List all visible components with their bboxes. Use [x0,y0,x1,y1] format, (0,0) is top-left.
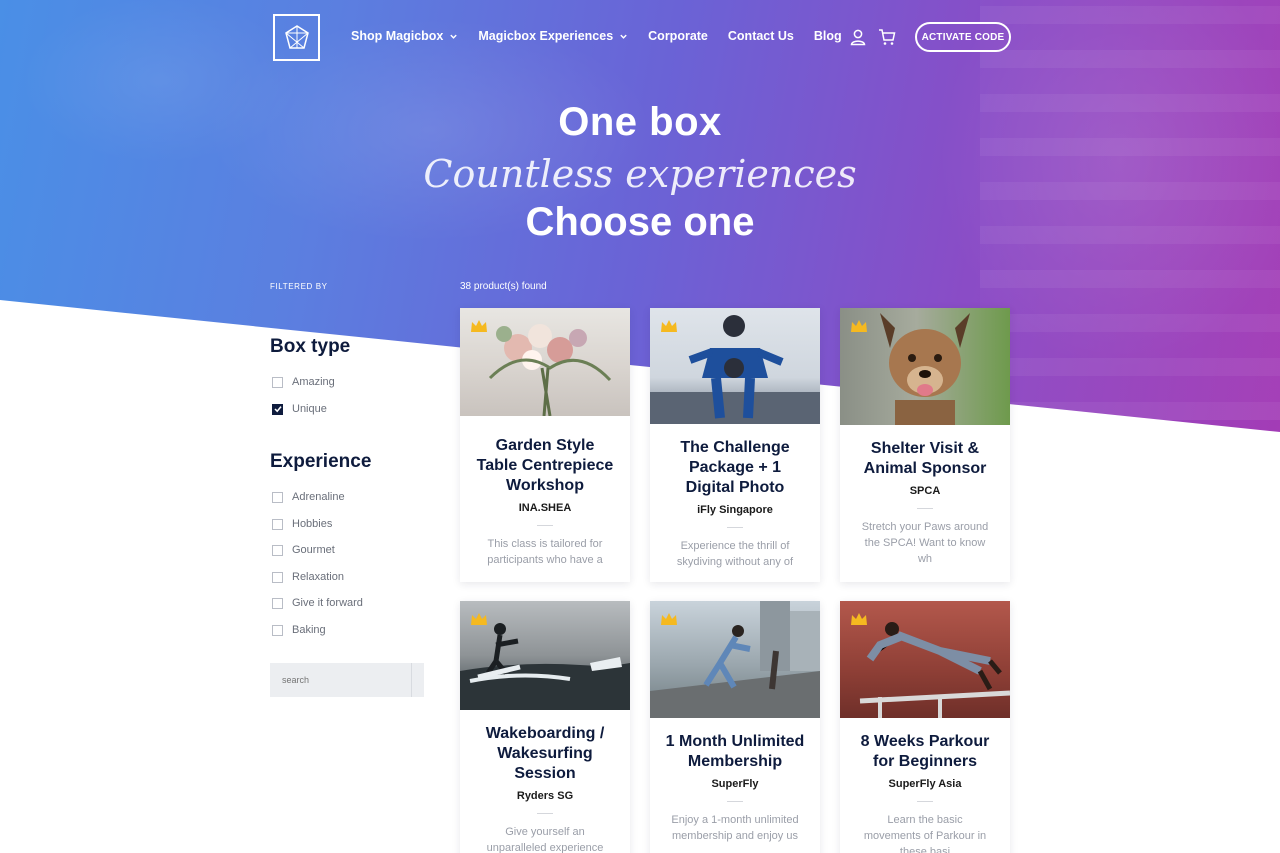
search-button[interactable] [411,663,424,697]
checkbox[interactable] [272,624,283,636]
main-menu: Shop Magicbox Magicbox Experiences Corpo… [351,29,862,43]
crown-badge-icon [471,613,487,625]
hero-heading-line-2: Countless experiences [423,152,857,196]
product-image [650,308,820,424]
box-type-heading: Box type [270,336,351,357]
filtered-by-label: FILTERED BY [270,282,328,291]
nav-contact-us[interactable]: Contact Us [728,29,794,43]
product-description: This class is tailored for participants … [487,538,603,566]
product-card[interactable]: Shelter Visit & Animal Sponsor SPCA Stre… [840,308,1010,582]
user-icon[interactable] [849,28,867,46]
filter-relaxation[interactable]: Relaxation [272,571,344,583]
nav-item-label: Shop Magicbox [351,29,444,43]
product-title: 8 Weeks Parkour for Beginners [860,733,990,770]
filter-option-label: Baking [292,624,326,636]
nav-magicbox-experiences[interactable]: Magicbox Experiences [478,29,628,43]
divider [917,801,933,802]
product-title: Shelter Visit & Animal Sponsor [863,440,987,477]
nav-shop-magicbox[interactable]: Shop Magicbox [351,29,458,43]
divider [727,801,743,802]
crown-badge-icon [661,613,677,625]
product-image [840,601,1010,718]
product-card[interactable]: 1 Month Unlimited Membership SuperFly En… [650,601,820,853]
crown-badge-icon [471,320,487,332]
divider [917,508,933,509]
filter-unique[interactable]: Unique [272,403,327,415]
divider [727,527,743,528]
filter-gourmet[interactable]: Gourmet [272,544,335,556]
filter-option-label: Unique [292,403,327,415]
hero-heading-line-1: One box [558,100,722,144]
activate-code-button[interactable]: ACTIVATE CODE [915,22,1011,52]
product-description: Learn the basic movements of Parkour in … [863,814,987,853]
product-vendor: iFly Singapore [697,504,773,516]
nav-item-label: Magicbox Experiences [478,29,614,43]
product-image [460,601,630,710]
filter-baking[interactable]: Baking [272,624,326,636]
checkbox[interactable] [272,491,283,503]
nav-item-label: Blog [813,29,842,43]
product-description: Experience the thrill of skydiving witho… [676,540,794,568]
checkbox[interactable] [272,544,283,556]
products-found-count: 38 product(s) found [460,281,547,292]
filter-adrenaline[interactable]: Adrenaline [272,491,345,503]
nav-item-label: Contact Us [727,29,794,43]
magicbox-logo[interactable] [273,14,320,61]
product-image [840,308,1010,425]
filter-hobbies[interactable]: Hobbies [272,518,332,530]
product-title: Wakeboarding / Wakesurfing Session [485,725,605,782]
product-vendor: SPCA [909,485,941,497]
product-title: Garden Style Table Centrepiece Workshop [476,437,614,494]
checkbox[interactable] [272,571,283,583]
product-description: Give yourself an unparalleled experience [486,826,604,853]
product-description: Enjoy a 1-month unlimited membership and… [671,814,799,842]
filter-option-label: Relaxation [292,571,344,583]
filter-option-label: Amazing [292,376,335,388]
divider [537,813,553,814]
nav-item-label: Corporate [648,29,708,43]
chevron-down-icon [450,34,458,39]
top-navigation: Shop Magicbox Magicbox Experiences Corpo… [0,0,1280,80]
search-input[interactable] [270,663,411,697]
checkbox-checked[interactable] [272,403,283,415]
product-vendor: Ryders SG [516,790,574,802]
checkbox[interactable] [272,518,283,530]
product-card[interactable]: The Challenge Package + 1 Digital Photo … [650,308,820,582]
filter-amazing[interactable]: Amazing [272,376,335,388]
filter-option-label: Adrenaline [292,491,345,503]
product-vendor: INA.SHEA [518,502,572,514]
product-image [460,308,630,416]
nav-corporate[interactable]: Corporate [648,29,708,43]
filter-option-label: Give it forward [292,597,363,609]
experience-heading: Experience [270,451,372,472]
product-card[interactable]: Garden Style Table Centrepiece Workshop … [460,308,630,582]
crown-badge-icon [851,320,867,332]
nav-blog[interactable]: Blog [814,29,842,43]
product-title: 1 Month Unlimited Membership [665,733,805,770]
product-vendor: SuperFly Asia [888,778,962,790]
hero-heading-line-3: Choose one [525,200,755,244]
checkbox[interactable] [272,597,283,609]
crown-badge-icon [661,320,677,332]
product-card[interactable]: 8 Weeks Parkour for Beginners SuperFly A… [840,601,1010,853]
product-image [650,601,820,718]
search-box [270,663,424,697]
cart-icon[interactable] [878,28,896,46]
crown-badge-icon [851,613,867,625]
product-vendor: SuperFly [711,778,759,790]
divider [537,525,553,526]
filter-option-label: Gourmet [292,544,335,556]
checkmark-icon [273,406,282,413]
product-card[interactable]: Wakeboarding / Wakesurfing Session Ryder… [460,601,630,853]
filter-give-it-forward[interactable]: Give it forward [272,597,363,609]
chevron-down-icon [620,34,627,39]
product-description: Stretch your Paws around the SPCA! Want … [861,521,989,565]
magicbox-logo-icon [284,24,309,49]
product-title: The Challenge Package + 1 Digital Photo [680,439,790,496]
checkbox[interactable] [272,376,283,388]
filter-option-label: Hobbies [292,518,333,530]
